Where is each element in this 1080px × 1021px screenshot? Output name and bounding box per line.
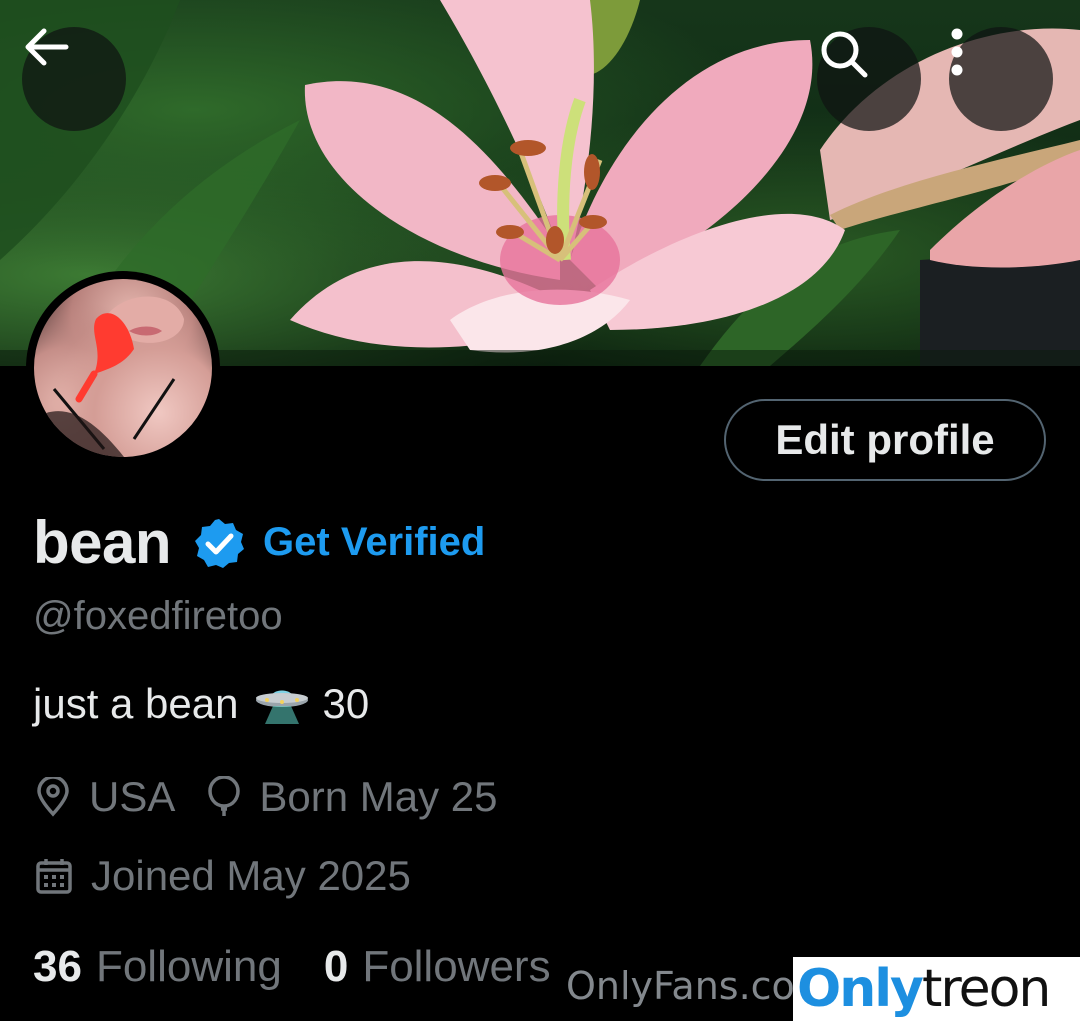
profile-meta-row: USA Born May 25: [35, 773, 497, 821]
ufo-emoji: [255, 690, 308, 724]
user-handle: @foxedfiretoo: [33, 594, 283, 638]
follow-stats: 36 Following 0 Followers: [33, 942, 551, 992]
bio-text: just a bean: [33, 680, 239, 727]
location-item: USA: [35, 773, 175, 821]
balloon-icon: [208, 776, 241, 816]
search-button[interactable]: [817, 27, 921, 131]
watermark-logo: Only treon: [793, 957, 1080, 1021]
get-verified-link[interactable]: Get Verified: [263, 520, 485, 565]
location-pin-icon: [37, 777, 69, 817]
edit-profile-button[interactable]: Edit profile: [724, 399, 1046, 481]
avatar[interactable]: [26, 271, 220, 465]
avatar-image: [34, 279, 212, 457]
arrow-left-icon: [25, 28, 69, 66]
following-count: 36: [33, 942, 82, 991]
profile-name-row: bean Get Verified: [33, 508, 485, 577]
back-button[interactable]: [22, 27, 126, 131]
display-name: bean: [33, 509, 172, 576]
following-link[interactable]: 36 Following: [33, 942, 282, 992]
bio-suffix: 30: [322, 680, 370, 727]
calendar-icon: [36, 859, 72, 894]
birthday-item: Born May 25: [207, 773, 497, 821]
search-icon: [821, 31, 868, 78]
followers-count: 0: [323, 942, 349, 991]
joined-item: Joined May 2025: [35, 852, 411, 900]
watermark-logo-part1: Only: [797, 959, 924, 1019]
more-options-button[interactable]: [949, 27, 1053, 131]
location-text: USA: [89, 773, 176, 820]
joined-text: Joined May 2025: [91, 852, 411, 899]
followers-label: Followers: [362, 942, 551, 991]
watermark-logo-part2: treon: [921, 959, 1051, 1019]
followers-link[interactable]: 0 Followers: [324, 942, 551, 992]
verified-badge-icon[interactable]: [193, 517, 245, 569]
more-vertical-icon: [951, 28, 963, 76]
joined-row: Joined May 2025: [35, 852, 411, 900]
watermark-text: OnlyFans.co: [566, 964, 795, 1008]
following-label: Following: [95, 942, 282, 991]
bio: just a bean 30: [33, 680, 369, 728]
birthday-text: Born May 25: [259, 773, 498, 820]
